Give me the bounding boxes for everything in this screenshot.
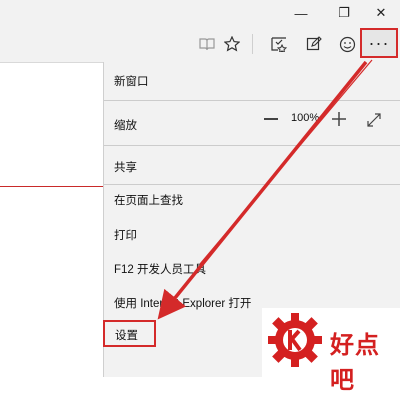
menu-item-settings[interactable]: 设置	[115, 327, 138, 343]
menu-item-share[interactable]: 共享	[114, 159, 137, 175]
fullscreen-icon[interactable]	[366, 112, 382, 128]
close-button[interactable]: ✕	[362, 0, 400, 26]
close-icon: ✕	[375, 5, 387, 20]
feedback-button[interactable]	[333, 26, 361, 62]
watermark-gear-logo	[268, 313, 322, 367]
restore-icon: ❐	[338, 5, 350, 20]
title-bar: — ❐ ✕	[0, 0, 400, 26]
hub-button[interactable]	[265, 26, 293, 62]
web-note-icon	[306, 36, 322, 51]
menu-divider	[104, 184, 400, 185]
reading-view-icon	[199, 38, 215, 51]
favorite-star-icon	[224, 36, 240, 52]
menu-divider	[104, 145, 400, 146]
browser-toolbar	[0, 26, 400, 63]
more-actions-button[interactable]: ···	[360, 28, 398, 58]
menu-item-print[interactable]: 打印	[114, 227, 137, 243]
zoom-out-button[interactable]	[264, 118, 278, 120]
reading-view-button[interactable]	[193, 26, 221, 62]
minimize-button[interactable]: —	[282, 0, 320, 26]
menu-item-open-with-ie[interactable]: 使用 Internet Explorer 打开	[114, 295, 251, 311]
feedback-smile-icon	[339, 36, 355, 52]
web-note-button[interactable]	[300, 26, 328, 62]
watermark-text: 好点吧	[330, 332, 380, 394]
menu-item-new-window[interactable]: 新窗口	[114, 73, 149, 89]
minimize-icon: —	[294, 5, 308, 21]
zoom-level: 100%	[291, 112, 320, 124]
favorite-button[interactable]	[218, 26, 246, 62]
menu-item-dev-tools[interactable]: F12 开发人员工具	[114, 261, 206, 277]
page-divider-line	[0, 186, 103, 187]
restore-button[interactable]: ❐	[325, 0, 363, 26]
menu-item-zoom-label: 缩放	[114, 120, 137, 132]
zoom-in-button[interactable]	[332, 112, 346, 126]
more-icon: ···	[368, 32, 390, 53]
menu-divider	[104, 100, 400, 101]
menu-item-find-on-page[interactable]: 在页面上查找	[114, 192, 183, 208]
hub-icon	[271, 37, 288, 52]
toolbar-separator	[252, 34, 253, 54]
